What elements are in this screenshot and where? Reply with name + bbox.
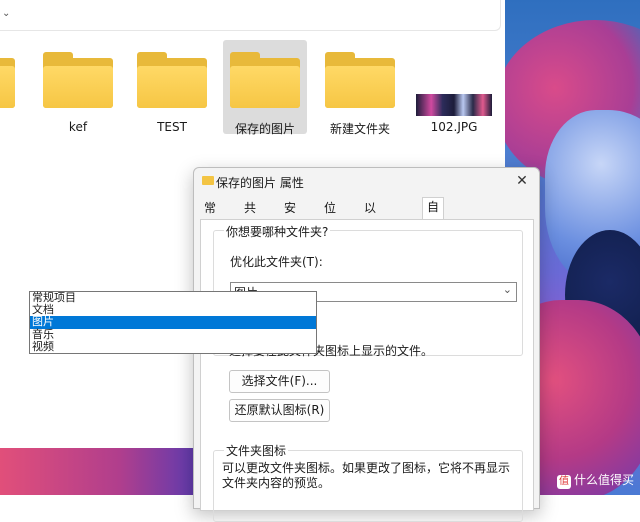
folder-label: 新建文件夹: [329, 122, 390, 136]
dropdown-option[interactable]: 音乐: [30, 328, 316, 341]
folder-item[interactable]: kef: [36, 40, 120, 134]
dropdown-option[interactable]: 视频: [30, 340, 316, 353]
tab-panel-customize: 你想要哪种文件夹? 优化此文件夹(T): 图片 ⌄ 文 选择要在此文件夹图标上显…: [200, 219, 534, 522]
folder-icon-desc: 可以更改文件夹图标。如果更改了图标，它将不再显示文件夹内容的预览。: [222, 461, 511, 490]
watermark-text: 什么值得买: [573, 473, 634, 487]
image-file-item[interactable]: 102.JPG: [412, 40, 496, 134]
folder-item-partial[interactable]: [0, 40, 22, 134]
tab-location[interactable]: 位置: [320, 199, 340, 234]
folder-icon-group-title: 文件夹图标: [224, 442, 289, 459]
tab-sharing[interactable]: 共享: [240, 199, 260, 234]
address-bar[interactable]: ⌄: [0, 0, 501, 31]
folder-icon: [230, 52, 300, 108]
close-icon[interactable]: ✕: [511, 170, 533, 192]
folder-icon-group: 文件夹图标 可以更改文件夹图标。如果更改了图标，它将不再显示文件夹内容的预览。: [213, 442, 523, 522]
tab-previous-versions[interactable]: 以前的版本: [360, 199, 380, 291]
dropdown-option[interactable]: 文档: [30, 304, 316, 316]
folder-icon: [202, 176, 214, 185]
folder-icon: [43, 52, 113, 108]
folder-type-dropdown: 常规项目 文档 图片 音乐 视频: [29, 291, 317, 354]
chevron-down-icon[interactable]: ⌄: [2, 8, 10, 19]
folder-label: TEST: [157, 120, 187, 134]
folder-item-selected[interactable]: 保存的图片: [223, 40, 307, 136]
folder-icon: [325, 52, 395, 108]
folder-item[interactable]: TEST: [130, 40, 214, 134]
restore-default-icon-button[interactable]: 还原默认图标(R): [229, 399, 330, 422]
optimize-label: 优化此文件夹(T):: [230, 255, 323, 269]
optimize-group-title: 你想要哪种文件夹?: [224, 223, 331, 240]
folder-icon: [0, 52, 15, 108]
choose-file-button[interactable]: 选择文件(F)...: [229, 370, 330, 393]
dialog-titlebar[interactable]: 保存的图片 属性 ✕: [194, 168, 539, 194]
folder-icon: [137, 52, 207, 108]
chevron-down-icon[interactable]: ⌄: [503, 283, 512, 296]
dropdown-option-selected[interactable]: 图片: [30, 316, 316, 329]
folder-label: kef: [68, 120, 88, 134]
folder-item[interactable]: 新建文件夹: [318, 40, 402, 136]
tab-security[interactable]: 安全: [280, 199, 300, 234]
watermark: 值什么值得买: [556, 471, 634, 489]
dropdown-option[interactable]: 常规项目: [30, 291, 316, 304]
folder-label: 保存的图片: [234, 122, 295, 136]
watermark-badge: 值: [556, 475, 571, 489]
tab-customize[interactable]: 自定义: [422, 197, 445, 252]
image-thumbnail: [416, 94, 492, 116]
wallpaper-bottom-strip: [0, 448, 200, 495]
dialog-title: 保存的图片 属性: [216, 176, 304, 190]
tab-general[interactable]: 常规: [200, 199, 220, 234]
file-label: 102.JPG: [430, 120, 478, 134]
